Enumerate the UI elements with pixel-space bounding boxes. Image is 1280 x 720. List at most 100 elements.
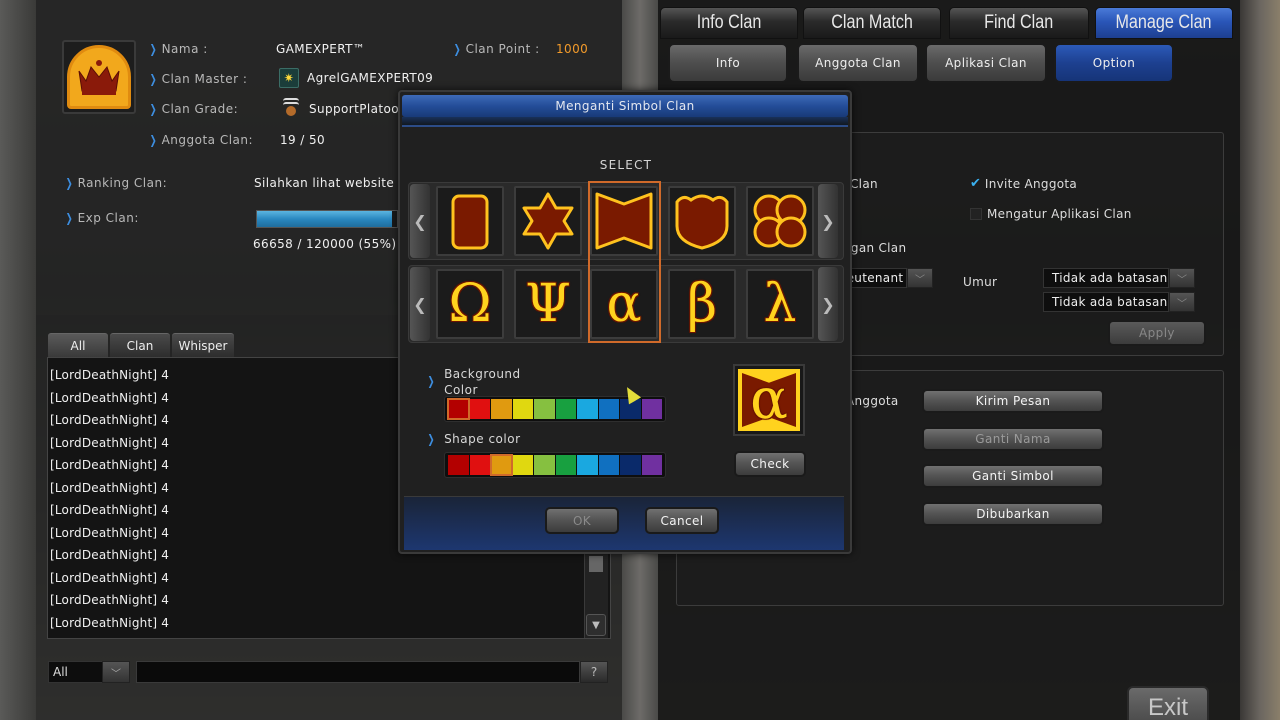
chat-message: [LordDeathNight] 4 <box>50 413 170 427</box>
chat-message: [LordDeathNight] 4 <box>50 480 170 495</box>
background-left <box>0 0 36 720</box>
chevron-right-icon: ❯ <box>149 133 157 147</box>
apply-button[interactable]: Apply <box>1108 320 1206 346</box>
shape-color-swatch[interactable] <box>490 454 513 476</box>
age-max-dropdown-button[interactable]: ﹀ <box>1169 292 1195 312</box>
shape-option-four-circles[interactable] <box>746 186 814 256</box>
subtab-aplikasi-clan[interactable]: Aplikasi Clan <box>925 43 1047 83</box>
shape-color-swatch[interactable] <box>448 455 469 475</box>
manage-applications-option[interactable]: Mengatur Aplikasi Clan <box>970 207 1132 221</box>
shape-option-star[interactable] <box>514 186 582 256</box>
shape-option-bowtie[interactable] <box>590 186 658 256</box>
members-value: 19 / 50 <box>280 133 326 147</box>
shape-color-swatch[interactable] <box>555 455 576 475</box>
dialog-title: Menganti Simbol Clan <box>402 95 848 117</box>
shape-option-rounded-rect[interactable] <box>436 186 504 256</box>
exit-button[interactable]: Exit <box>1127 686 1209 720</box>
subtab-info[interactable]: Info <box>668 43 788 83</box>
chevron-down-icon: ﹀ <box>915 274 925 286</box>
chat-message: [LordDeathNight] 4 <box>50 570 170 585</box>
shape-color-swatch[interactable] <box>469 455 490 475</box>
background-color-swatch[interactable] <box>577 399 598 419</box>
shape-color-swatch[interactable] <box>512 455 533 475</box>
rename-button[interactable]: Ganti Nama <box>922 427 1104 451</box>
background-color-swatch[interactable] <box>641 399 662 419</box>
chat-scroll-thumb[interactable] <box>589 556 603 572</box>
background-color-swatch[interactable] <box>512 399 533 419</box>
chevron-right-icon: ❯ <box>821 294 835 314</box>
background-color-swatch[interactable] <box>555 399 576 419</box>
background-color-swatch[interactable] <box>598 399 619 419</box>
letter-option-psi[interactable]: Ψ <box>514 269 582 339</box>
exp-label: ❯ Exp Clan: <box>65 211 139 225</box>
chat-message: [LordDeathNight] 4 <box>50 615 170 630</box>
chat-input[interactable] <box>136 661 580 683</box>
tab-clan-match[interactable]: Clan Match <box>803 7 941 39</box>
shape-color-swatch[interactable] <box>577 455 598 475</box>
clan-master-value: ✷ AgrelGAMEXPERT09 <box>279 68 433 88</box>
shape-option-shield[interactable] <box>668 186 736 256</box>
subtab-option[interactable]: Option <box>1054 43 1174 83</box>
chat-tab-clan[interactable]: Clan <box>110 333 170 357</box>
shape-color-swatch[interactable] <box>534 455 555 475</box>
chat-message: [LordDeathNight] 4 <box>50 390 170 405</box>
chevron-right-icon: ❯ <box>65 211 73 225</box>
tab-find-clan[interactable]: Find Clan <box>949 7 1089 39</box>
select-label: SELECT <box>599 158 653 172</box>
check-button[interactable]: Check <box>734 451 806 477</box>
chevron-left-icon: ❮ <box>413 211 427 231</box>
chat-tab-all[interactable]: All <box>48 333 108 357</box>
clan-name-value: GAMEXPERT™ <box>276 42 366 56</box>
letter-prev-button[interactable]: ❮ <box>410 267 430 341</box>
shape-color-swatch[interactable] <box>598 455 619 475</box>
chevron-right-icon: ❯ <box>427 374 435 388</box>
clan-grade-value: SupportPlatoor <box>281 98 404 120</box>
shape-next-button[interactable]: ❯ <box>818 184 838 258</box>
chat-help-button[interactable]: ? <box>580 661 608 683</box>
letter-option-lambda[interactable]: λ <box>746 269 814 339</box>
scroll-down-button[interactable]: ▼ <box>586 614 606 636</box>
change-symbol-button[interactable]: Ganti Simbol <box>922 464 1104 488</box>
shield-shape-icon <box>675 194 729 250</box>
master-label: ❯ Clan Master : <box>149 72 248 86</box>
letter-next-button[interactable]: ❯ <box>818 267 838 341</box>
letter-option-omega[interactable]: Ω <box>436 269 504 339</box>
background-color-swatch[interactable] <box>469 399 490 419</box>
rank-select[interactable]: Lieutenant <box>836 268 907 288</box>
background-color-label: ❯ Background Color <box>427 367 521 397</box>
chevron-down-icon: ﹀ <box>1177 298 1187 310</box>
background-color-swatch[interactable] <box>447 398 470 420</box>
ok-button[interactable]: OK <box>545 507 619 534</box>
disband-button[interactable]: Dibubarkan <box>922 502 1104 526</box>
chevron-right-icon: ❯ <box>821 211 835 231</box>
background-color-swatch[interactable] <box>534 399 555 419</box>
age-min-dropdown-button[interactable]: ﹀ <box>1169 268 1195 288</box>
tab-info-clan[interactable]: Info Clan <box>660 7 798 39</box>
shape-color-swatch[interactable] <box>641 455 662 475</box>
four-circles-shape-icon <box>753 194 807 248</box>
rank-dropdown-button[interactable]: ﹀ <box>907 268 933 288</box>
chevron-left-icon: ❮ <box>413 294 427 314</box>
background-right <box>1240 0 1280 720</box>
exp-progress-bar <box>256 210 398 228</box>
chat-channel-dropdown-button[interactable]: ﹀ <box>102 661 130 683</box>
background-color-swatch[interactable] <box>491 399 512 419</box>
chat-lines: [LordDeathNight] 4 [LordDeathNight] 4 [Lor… <box>50 366 169 636</box>
letter-option-alpha[interactable]: α <box>590 269 658 339</box>
letter-option-beta[interactable]: β <box>668 269 736 339</box>
shape-prev-button[interactable]: ❮ <box>410 184 430 258</box>
omega-icon: Ω <box>448 274 492 334</box>
age-min-select[interactable]: Tidak ada batasan <box>1043 268 1169 288</box>
invite-member-option[interactable]: ✔ Invite Anggota <box>970 176 1077 191</box>
clan-emblem <box>62 40 136 114</box>
checkbox[interactable] <box>970 208 982 220</box>
chat-tab-whisper[interactable]: Whisper <box>172 333 234 357</box>
age-max-select[interactable]: Tidak ada batasan <box>1043 292 1169 312</box>
send-message-button[interactable]: Kirim Pesan <box>922 389 1104 413</box>
ranking-label: ❯ Ranking Clan: <box>65 176 168 190</box>
shape-color-swatch[interactable] <box>620 455 641 475</box>
tab-manage-clan[interactable]: Manage Clan <box>1095 7 1233 39</box>
shape-color-label: ❯ Shape color <box>427 432 521 446</box>
subtab-anggota-clan[interactable]: Anggota Clan <box>797 43 919 83</box>
cancel-button[interactable]: Cancel <box>645 507 719 534</box>
